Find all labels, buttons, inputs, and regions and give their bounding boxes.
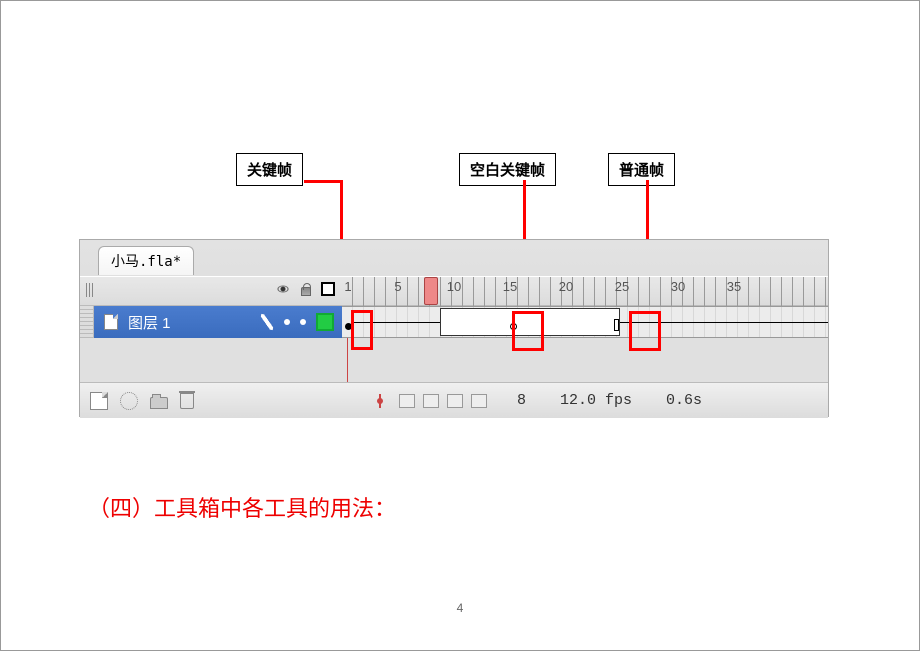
- layer-name[interactable]: 图层 1: [128, 312, 171, 333]
- connector-line: [646, 180, 649, 242]
- ruler-tick: 10: [447, 279, 461, 294]
- layer-grip[interactable]: [80, 306, 94, 338]
- new-folder-icon[interactable]: [150, 397, 168, 409]
- normal-frame-marker[interactable]: [614, 319, 619, 331]
- center-frame-icon[interactable]: [373, 394, 387, 408]
- lock-dot[interactable]: [300, 319, 306, 325]
- layer-info[interactable]: 图层 1: [94, 306, 342, 338]
- panel-grip[interactable]: [86, 283, 94, 297]
- elapsed-time-value: 0.6s: [666, 392, 702, 409]
- page-number: 4: [457, 601, 464, 615]
- section-heading: （四）工具箱中各工具的用法：: [88, 491, 396, 523]
- visibility-dot[interactable]: [284, 319, 290, 325]
- ruler-tick: 15: [503, 279, 517, 294]
- layer-color-box[interactable]: [316, 313, 334, 331]
- annotation-keyframe: 关键帧: [236, 153, 303, 186]
- outline-icon[interactable]: [321, 282, 335, 296]
- highlight-normal-frame: [629, 311, 661, 351]
- timeline-header: 1 5 10 15 20 25 30 35: [80, 276, 828, 306]
- delete-layer-icon[interactable]: [180, 393, 194, 409]
- connector-line: [340, 180, 343, 242]
- connector-line: [523, 180, 526, 242]
- current-frame-value: 8: [517, 392, 526, 409]
- annotation-normal-frame: 普通帧: [608, 153, 675, 186]
- new-layer-icon[interactable]: [90, 392, 108, 410]
- visibility-icon[interactable]: [275, 281, 291, 297]
- highlight-keyframe: [351, 310, 373, 350]
- pencil-icon: [259, 314, 275, 330]
- onion-skin-icon[interactable]: [399, 394, 415, 408]
- ruler-tick: 25: [615, 279, 629, 294]
- ruler-tick: 30: [671, 279, 685, 294]
- timeline-footer: 8 12.0 fps 0.6s: [80, 382, 828, 418]
- frame-ruler[interactable]: 1 5 10 15 20 25 30 35: [342, 277, 828, 307]
- ruler-tick: 20: [559, 279, 573, 294]
- modify-markers-icon[interactable]: [471, 394, 487, 408]
- edit-multiple-icon[interactable]: [447, 394, 463, 408]
- motion-guide-icon[interactable]: [120, 392, 138, 410]
- layer-row[interactable]: 图层 1: [80, 306, 828, 338]
- timeline-spacer: [80, 338, 828, 382]
- tab-row: 小马.fla*: [80, 240, 828, 276]
- ruler-tick: 35: [727, 279, 741, 294]
- layer-frames[interactable]: [342, 306, 828, 338]
- playhead-line: [347, 338, 348, 382]
- fps-value: 12.0 fps: [560, 392, 632, 409]
- ruler-tick: 5: [394, 279, 401, 294]
- file-tab[interactable]: 小马.fla*: [98, 246, 194, 275]
- annotation-blank-keyframe: 空白关键帧: [459, 153, 556, 186]
- ruler-tick: 1: [344, 279, 351, 294]
- layer-type-icon: [104, 314, 118, 330]
- lock-icon[interactable]: [301, 287, 311, 296]
- timeline-panel: 小马.fla* 1 5 10 15 20 25 30 35: [79, 239, 829, 417]
- highlight-blank-keyframe: [512, 311, 544, 351]
- onion-outline-icon[interactable]: [423, 394, 439, 408]
- connector-line: [304, 180, 343, 183]
- playhead[interactable]: [424, 277, 438, 305]
